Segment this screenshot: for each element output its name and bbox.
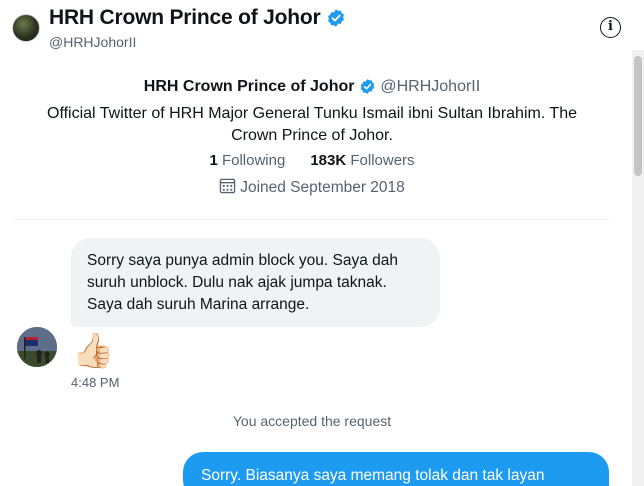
header-handle: @HRHJohorII [49, 34, 137, 50]
outgoing-message[interactable]: Sorry. Biasanya saya memang tolak dan ta… [183, 452, 609, 486]
followers-link[interactable]: 183K Followers [310, 152, 414, 169]
profile-handle: @HRHJohorII [380, 78, 481, 95]
verified-badge-icon [360, 79, 375, 95]
following-count: 1 [209, 152, 218, 169]
sender-avatar[interactable] [17, 327, 57, 367]
thumbs-up-reaction[interactable]: 👍🏻 [72, 331, 114, 371]
conversation-header: HRH Crown Prince of Johor @HRHJohorII i [0, 0, 644, 58]
followers-count: 183K [310, 152, 347, 169]
joined-text: Joined September 2018 [240, 179, 405, 196]
following-link[interactable]: 1 Following [209, 152, 285, 169]
incoming-message[interactable]: Sorry saya punya admin block you. Saya d… [71, 238, 440, 327]
profile-name-line: HRH Crown Prince of Johor @HRHJohorII [0, 78, 624, 96]
avatar[interactable] [12, 14, 40, 42]
avatar-image [17, 327, 57, 367]
profile-stats: 1 Following 183K Followers [0, 152, 624, 169]
following-label: Following [221, 152, 286, 169]
system-notice: You accepted the request [232, 413, 392, 429]
section-divider [12, 219, 610, 220]
header-display-name[interactable]: HRH Crown Prince of Johor [49, 6, 346, 30]
calendar-icon [219, 178, 236, 194]
joined-date: Joined September 2018 [0, 177, 624, 197]
message-timestamp: 4:48 PM [71, 375, 120, 390]
followers-label: Followers [350, 152, 415, 169]
info-icon[interactable]: i [600, 17, 621, 38]
profile-display-name[interactable]: HRH Crown Prince of Johor [144, 78, 355, 95]
verified-badge-icon [328, 9, 345, 28]
profile-bio: Official Twitter of HRH Major General Tu… [47, 105, 577, 144]
scrollbar-thumb[interactable] [634, 56, 642, 176]
